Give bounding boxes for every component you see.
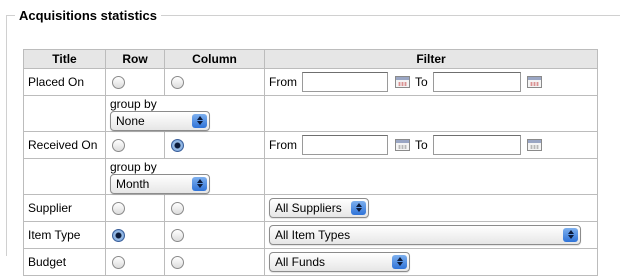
select-stepper-icon: [192, 113, 207, 128]
fieldset-legend: Acquisitions statistics: [19, 8, 157, 23]
placed-on-filter-cell: From To: [264, 68, 598, 96]
item-type-filter-select[interactable]: All Item Types: [269, 224, 581, 245]
calendar-icon[interactable]: [527, 138, 543, 151]
select-stepper-icon: [192, 176, 207, 191]
calendar-icon[interactable]: [394, 138, 410, 151]
received-on-column-radio[interactable]: [171, 138, 184, 152]
placed-on-groupby-cell: group by None: [105, 95, 265, 132]
placed-on-column-cell: [164, 68, 265, 96]
row-label-received-on: Received On: [23, 130, 106, 159]
empty-cell: [264, 157, 598, 195]
placed-on-column-radio[interactable]: [171, 76, 184, 90]
received-on-groupby-value: Month: [116, 176, 150, 191]
placed-on-to-label: To: [415, 75, 428, 89]
table-header-row: Title Row Column Filter: [23, 49, 598, 69]
received-on-from-label: From: [269, 137, 297, 152]
header-row: Row: [105, 49, 165, 69]
item-type-column-radio[interactable]: [171, 228, 184, 242]
budget-column-cell: [164, 247, 265, 276]
placed-on-groupby-label: group by: [110, 96, 157, 111]
select-stepper-icon: [351, 200, 366, 215]
received-on-column-cell: [164, 130, 265, 159]
table-row-placed-on: Placed On From To: [23, 68, 598, 96]
statistics-table: Title Row Column Filter Placed On From T…: [23, 49, 598, 276]
supplier-row-cell: [105, 193, 165, 222]
received-on-groupby-cell: group by Month: [105, 157, 265, 195]
received-on-to-input[interactable]: [433, 134, 522, 155]
supplier-filter-cell: All Suppliers: [264, 193, 598, 222]
header-column: Column: [164, 49, 265, 69]
row-label-supplier: Supplier: [23, 193, 106, 222]
budget-filter-select[interactable]: All Funds: [269, 251, 410, 272]
placed-on-from-label: From: [269, 75, 297, 89]
empty-cell: [23, 95, 106, 132]
placed-on-groupby-value: None: [116, 113, 145, 128]
table-row-received-on-groupby: group by Month: [23, 157, 598, 195]
supplier-filter-value: All Suppliers: [275, 200, 342, 215]
table-row-budget: Budget All Funds: [23, 247, 598, 276]
empty-cell: [264, 95, 598, 132]
received-on-row-radio[interactable]: [112, 138, 125, 152]
empty-cell: [23, 157, 106, 195]
item-type-row-radio[interactable]: [112, 228, 125, 242]
supplier-filter-select[interactable]: All Suppliers: [269, 197, 369, 218]
select-stepper-icon: [392, 254, 407, 269]
budget-row-cell: [105, 247, 165, 276]
row-label-item-type: Item Type: [23, 220, 106, 249]
table-row-supplier: Supplier All Suppliers: [23, 193, 598, 222]
received-on-from-input[interactable]: [302, 134, 389, 155]
placed-on-row-radio[interactable]: [112, 76, 125, 90]
placed-on-row-cell: [105, 68, 165, 96]
table-row-received-on: Received On From To: [23, 130, 598, 159]
header-title: Title: [23, 49, 106, 69]
supplier-column-cell: [164, 193, 265, 222]
calendar-icon[interactable]: [394, 76, 410, 88]
row-label-placed-on: Placed On: [23, 68, 106, 96]
budget-row-radio[interactable]: [112, 255, 125, 269]
received-on-filter-cell: From To: [264, 130, 598, 159]
table-row-placed-on-groupby: group by None: [23, 95, 598, 132]
supplier-row-radio[interactable]: [112, 201, 125, 215]
acquisitions-statistics-fieldset: Acquisitions statistics Title Row Column…: [6, 8, 620, 276]
item-type-column-cell: [164, 220, 265, 249]
row-label-budget: Budget: [23, 247, 106, 276]
select-stepper-icon: [563, 227, 578, 242]
item-type-filter-cell: All Item Types: [264, 220, 598, 249]
supplier-column-radio[interactable]: [171, 201, 184, 215]
received-on-to-label: To: [415, 137, 428, 152]
calendar-icon[interactable]: [527, 76, 543, 88]
item-type-filter-value: All Item Types: [275, 227, 351, 242]
received-on-groupby-label: group by: [110, 159, 157, 174]
placed-on-to-input[interactable]: [433, 72, 522, 92]
placed-on-groupby-select[interactable]: None: [110, 110, 210, 131]
budget-filter-value: All Funds: [275, 254, 326, 269]
header-filter: Filter: [264, 49, 598, 69]
budget-column-radio[interactable]: [171, 255, 184, 269]
budget-filter-cell: All Funds: [264, 247, 598, 276]
received-on-groupby-select[interactable]: Month: [110, 173, 210, 194]
item-type-row-cell: [105, 220, 165, 249]
placed-on-from-input[interactable]: [302, 72, 389, 92]
table-row-item-type: Item Type All Item Types: [23, 220, 598, 249]
received-on-row-cell: [105, 130, 165, 159]
